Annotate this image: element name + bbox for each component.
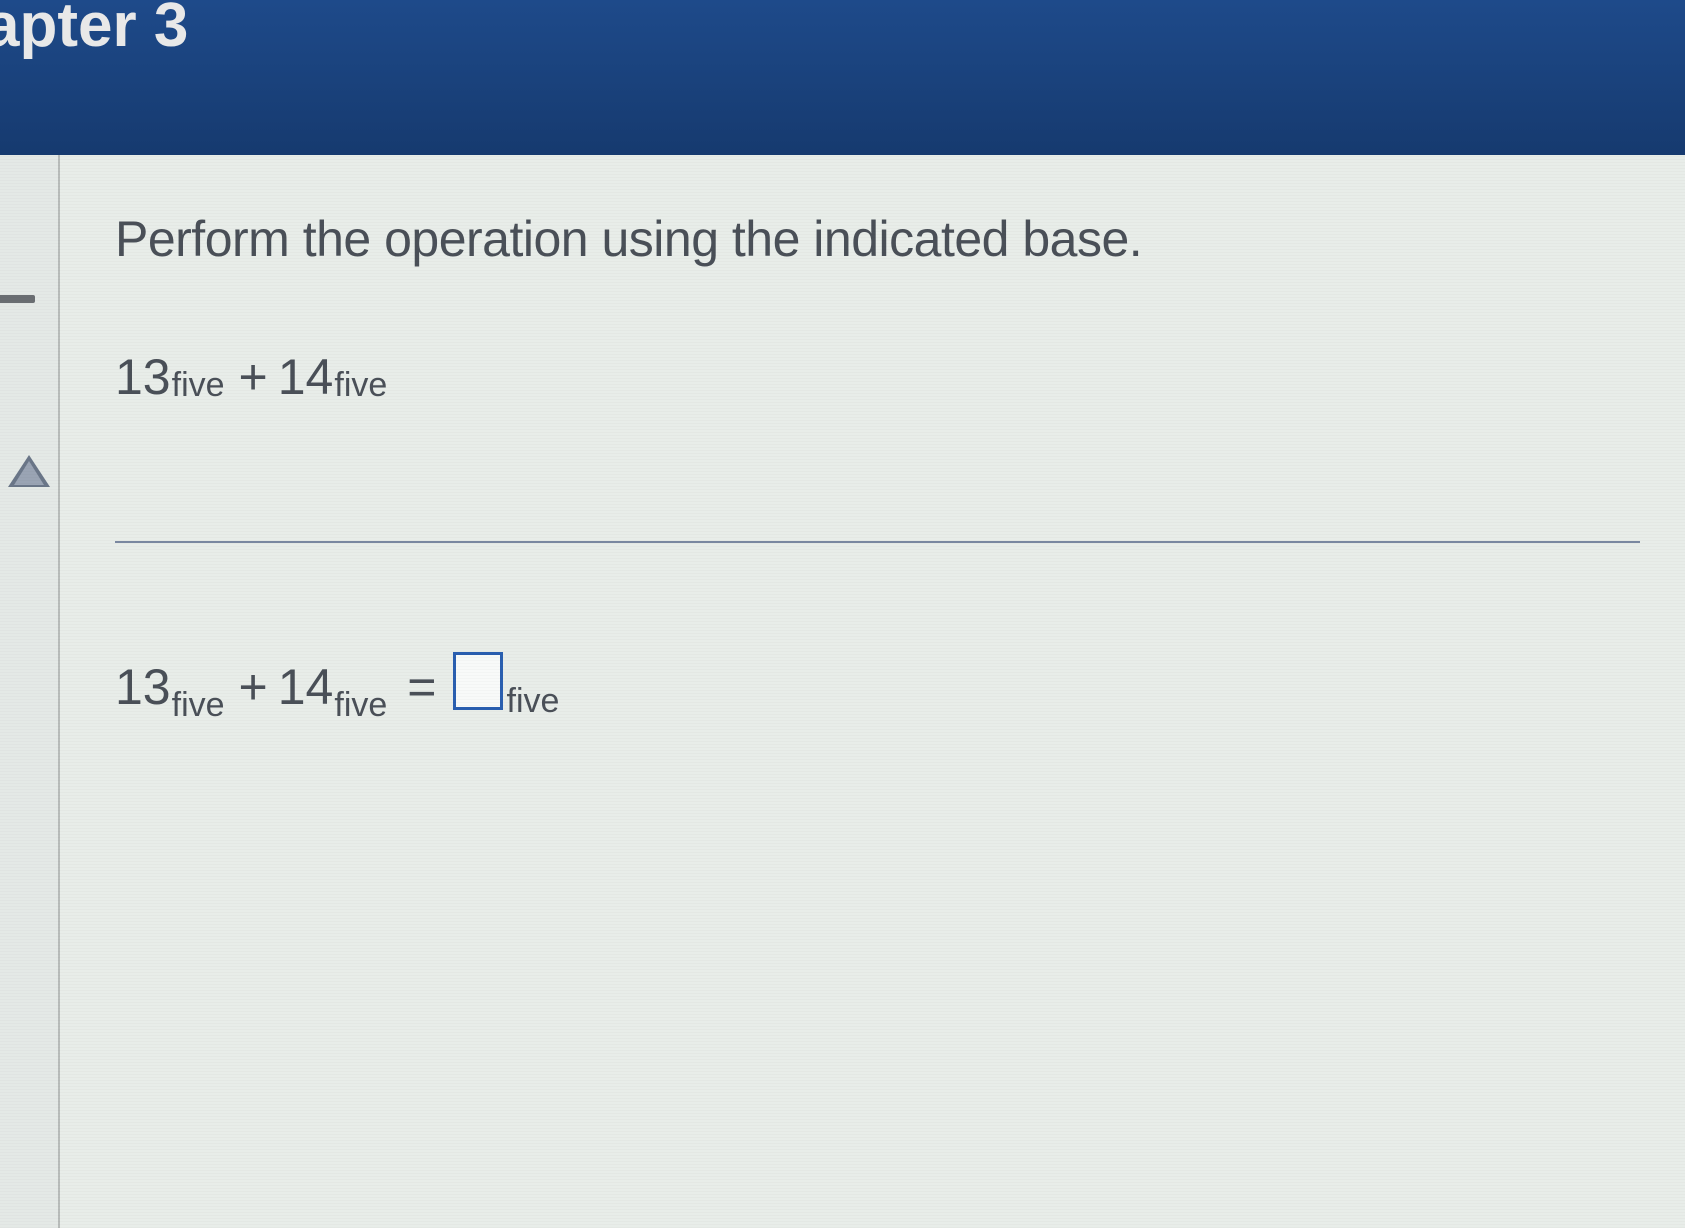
answer-operand-2-base: five (334, 686, 387, 725)
answer-base: five (507, 682, 560, 721)
left-gutter (0, 155, 60, 1228)
main-area: Perform the operation using the indicate… (0, 155, 1685, 1228)
answer-operand-2: 14 (278, 658, 334, 716)
section-divider (115, 541, 1640, 543)
answer-operand-1-base: five (172, 686, 225, 725)
question-content: Perform the operation using the indicate… (60, 155, 1685, 1228)
operand-2: 14 (278, 348, 334, 406)
chapter-header: apter 3 (0, 0, 1685, 155)
nav-prev-indicator[interactable] (0, 295, 35, 303)
plus-operator: + (239, 348, 268, 406)
operand-2-base: five (334, 366, 387, 405)
answer-operand-1: 13 (115, 658, 171, 716)
equals-sign: = (407, 658, 436, 716)
instruction-text: Perform the operation using the indicate… (115, 210, 1640, 268)
problem-expression: 13five + 14five (115, 348, 1640, 406)
answer-plus-operator: + (239, 658, 268, 716)
chapter-title: apter 3 (0, 0, 188, 61)
operand-1-base: five (172, 366, 225, 405)
answer-input[interactable] (453, 652, 503, 710)
answer-expression: 13five + 14five = five (115, 658, 1640, 716)
operand-1: 13 (115, 348, 171, 406)
